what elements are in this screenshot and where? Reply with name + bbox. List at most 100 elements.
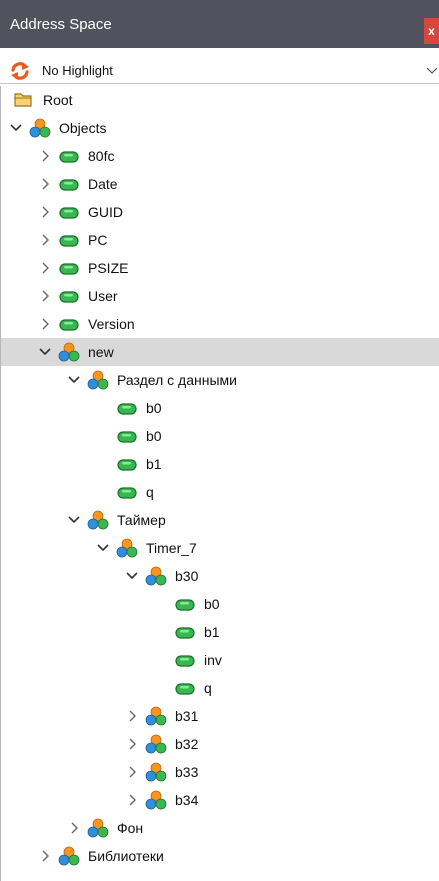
tree-node[interactable]: b0 — [1, 590, 439, 618]
tree-node-label: 80fc — [88, 148, 115, 164]
tree-node[interactable]: Root — [1, 86, 439, 114]
tree-node-label: inv — [204, 652, 222, 668]
chevron-right-icon[interactable] — [39, 178, 51, 190]
tree-node[interactable]: 80fc — [1, 142, 439, 170]
tree-node[interactable]: b33 — [1, 758, 439, 786]
tree-node-label: b1 — [146, 456, 162, 472]
tree-node[interactable]: b34 — [1, 786, 439, 814]
tree-node[interactable]: Date — [1, 170, 439, 198]
variable-icon — [175, 627, 195, 639]
tree-node-label: Библиотеки — [88, 848, 164, 864]
tree-node-label: b0 — [146, 400, 162, 416]
tree-node[interactable]: PSIZE — [1, 254, 439, 282]
variable-icon — [59, 151, 79, 163]
tree-node-label: b1 — [204, 624, 220, 640]
tree-node-label: b0 — [204, 596, 220, 612]
folder-icon — [14, 93, 32, 107]
object-icon — [145, 566, 167, 586]
tree-node-label: new — [88, 344, 114, 360]
tree-node-label: b33 — [175, 764, 199, 780]
object-icon — [58, 846, 80, 866]
chevron-right-icon[interactable] — [126, 766, 138, 778]
tree-node[interactable]: Библиотеки — [1, 842, 439, 870]
tree-node[interactable]: b30 — [1, 562, 439, 590]
tree-node-label: Фон — [117, 820, 144, 836]
chevron-right-icon[interactable] — [126, 794, 138, 806]
tree-node-label: b34 — [175, 792, 199, 808]
address-space-tree: Root Objects 80fc Date GUID PC PSIZE User Versio… — [0, 86, 439, 881]
tree-node-label: Timer_7 — [146, 540, 197, 556]
tree-node[interactable]: inv — [1, 646, 439, 674]
object-icon — [145, 734, 167, 754]
object-icon — [145, 790, 167, 810]
tree-node[interactable]: Таймер — [1, 506, 439, 534]
tree-node[interactable]: q — [1, 478, 439, 506]
object-icon — [116, 538, 138, 558]
chevron-right-icon[interactable] — [39, 850, 51, 862]
tree-node[interactable]: b1 — [1, 450, 439, 478]
variable-icon — [117, 431, 137, 443]
tree-node-label: PSIZE — [88, 260, 129, 276]
tree-node[interactable]: b1 — [1, 618, 439, 646]
variable-icon — [175, 655, 195, 667]
chevron-right-icon[interactable] — [39, 318, 51, 330]
tree-node[interactable]: b32 — [1, 730, 439, 758]
variable-icon — [175, 599, 195, 611]
tree-node[interactable]: Version — [1, 310, 439, 338]
highlight-select[interactable]: No Highlight — [0, 58, 439, 84]
tree-node[interactable]: Раздел с данными — [1, 366, 439, 394]
variable-icon — [59, 207, 79, 219]
chevron-down-icon[interactable] — [39, 346, 51, 358]
object-icon — [87, 370, 109, 390]
refresh-icon[interactable] — [10, 61, 30, 81]
chevron-right-icon[interactable] — [39, 290, 51, 302]
chevron-down-icon[interactable] — [68, 514, 80, 526]
chevron-right-icon[interactable] — [39, 262, 51, 274]
object-icon — [58, 342, 80, 362]
tree-node[interactable]: b31 — [1, 702, 439, 730]
tree-node-label: User — [88, 288, 118, 304]
chevron-down-icon[interactable] — [68, 374, 80, 386]
tree-node[interactable]: Objects — [1, 114, 439, 142]
variable-icon — [59, 263, 79, 275]
chevron-right-icon[interactable] — [39, 206, 51, 218]
tree-node-label: GUID — [88, 204, 123, 220]
chevron-down-icon[interactable] — [97, 542, 109, 554]
tree-node[interactable]: GUID — [1, 198, 439, 226]
object-icon — [87, 510, 109, 530]
close-button[interactable]: x — [424, 18, 439, 44]
chevron-down-icon[interactable] — [126, 570, 138, 582]
object-icon — [145, 706, 167, 726]
tree-node-label: q — [204, 680, 212, 696]
variable-icon — [117, 459, 137, 471]
tree-node[interactable]: PC — [1, 226, 439, 254]
panel-title-bar: Address Space x — [0, 0, 439, 48]
tree-node-label: Version — [88, 316, 135, 332]
highlight-select-value: No Highlight — [42, 63, 113, 78]
tree-node-label: Objects — [59, 120, 107, 136]
tree-node[interactable]: new — [1, 338, 439, 366]
chevron-down-icon[interactable] — [426, 64, 438, 76]
chevron-right-icon[interactable] — [126, 710, 138, 722]
tree-node[interactable]: Фон — [1, 814, 439, 842]
variable-icon — [175, 683, 195, 695]
tree-node-label: Таймер — [117, 512, 166, 528]
tree-node-label: b31 — [175, 708, 199, 724]
variable-icon — [59, 179, 79, 191]
chevron-right-icon[interactable] — [39, 234, 51, 246]
chevron-down-icon[interactable] — [10, 122, 22, 134]
tree-node[interactable]: b0 — [1, 394, 439, 422]
variable-icon — [59, 319, 79, 331]
tree-node[interactable]: Timer_7 — [1, 534, 439, 562]
variable-icon — [59, 235, 79, 247]
tree-node[interactable]: q — [1, 674, 439, 702]
tree-node-label: b30 — [175, 568, 199, 584]
tree-node[interactable]: b0 — [1, 422, 439, 450]
variable-icon — [59, 291, 79, 303]
variable-icon — [117, 403, 137, 415]
chevron-right-icon[interactable] — [126, 738, 138, 750]
panel-title: Address Space — [10, 16, 112, 33]
chevron-right-icon[interactable] — [68, 822, 80, 834]
chevron-right-icon[interactable] — [39, 150, 51, 162]
tree-node[interactable]: User — [1, 282, 439, 310]
